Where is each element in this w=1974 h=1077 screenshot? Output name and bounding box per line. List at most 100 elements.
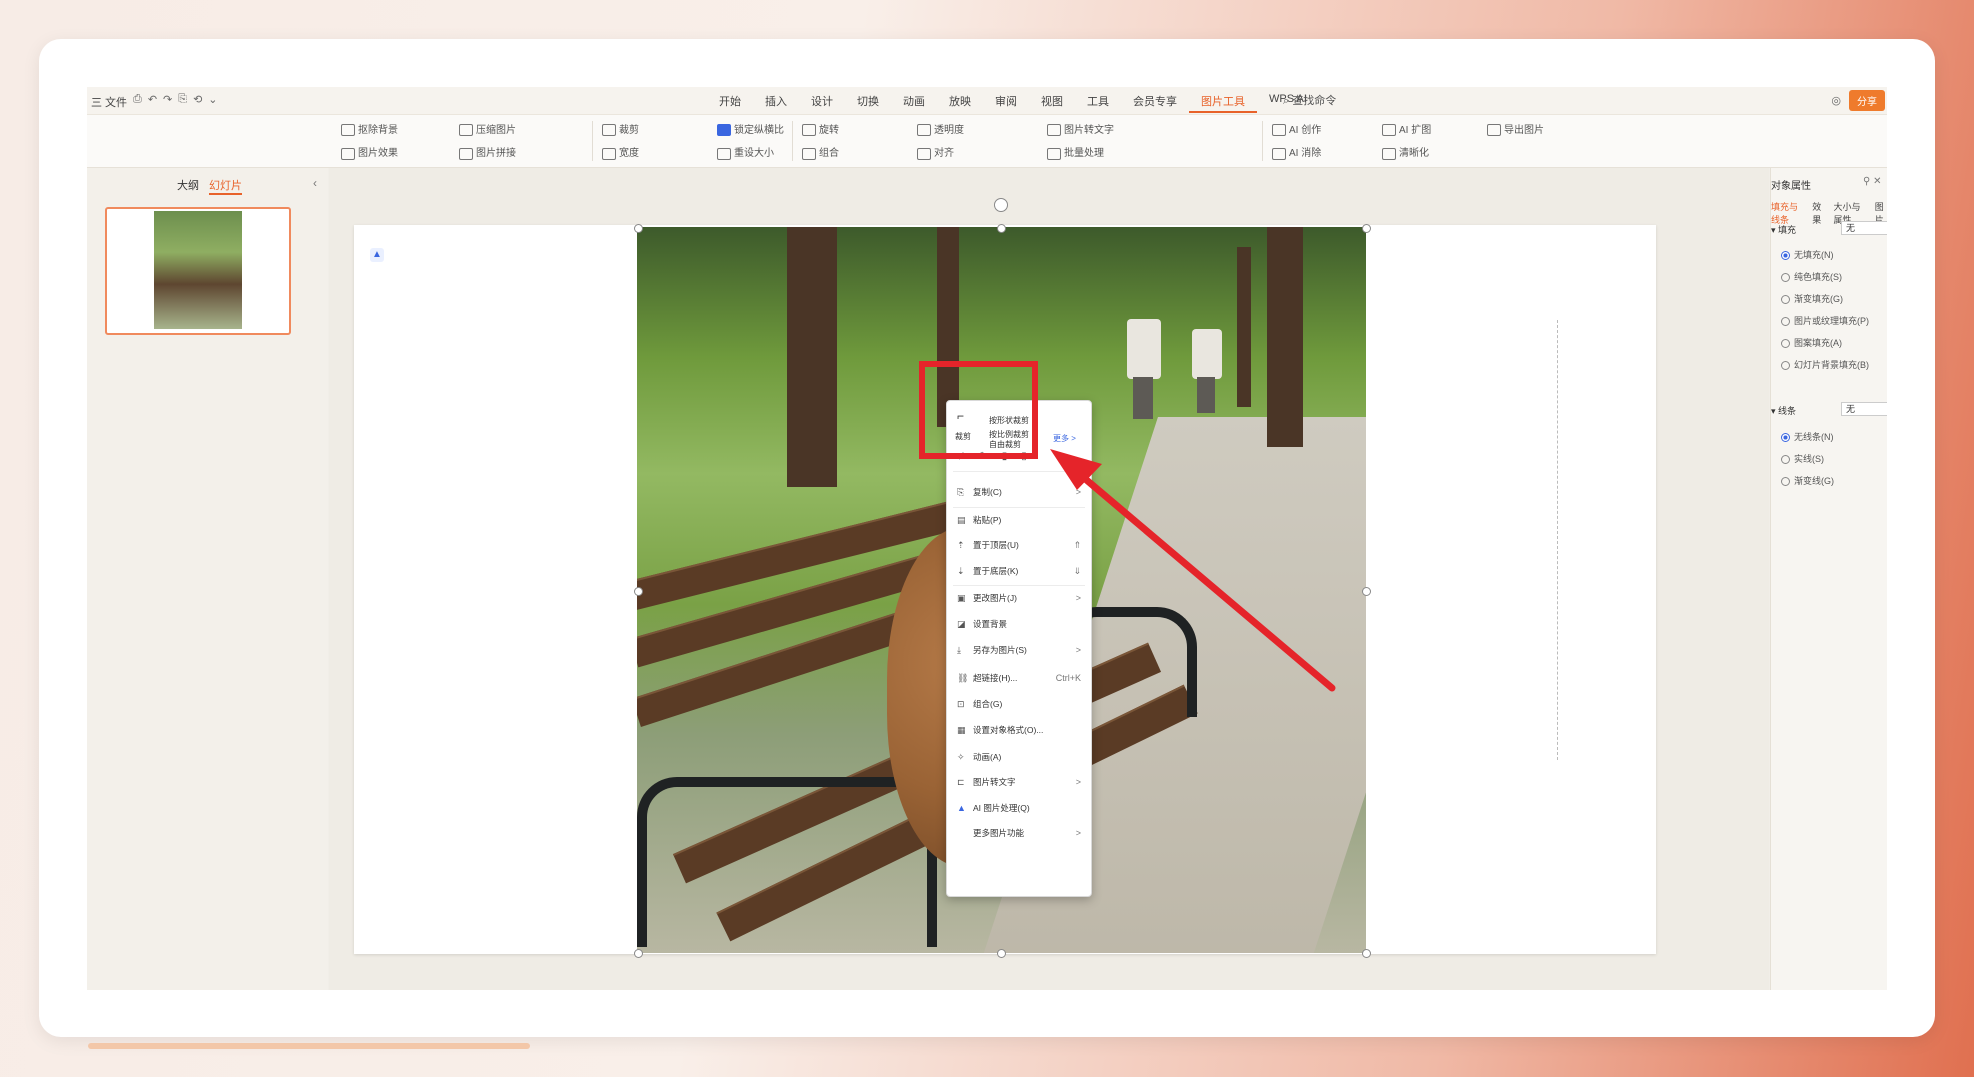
picture-to-text-button[interactable]: 图片转文字: [1047, 121, 1114, 137]
crop-more-link[interactable]: 更多 >: [1053, 433, 1076, 444]
resize-handle[interactable]: [634, 587, 643, 596]
ai-erase-button[interactable]: AI 消除: [1272, 144, 1321, 160]
refresh-icon[interactable]: ⟲: [193, 93, 202, 106]
rotate-button[interactable]: 旋转: [802, 121, 839, 137]
crop-button[interactable]: 裁剪: [602, 121, 639, 137]
file-menu[interactable]: 三 文件: [91, 94, 127, 110]
tab-tools[interactable]: 工具: [1075, 93, 1121, 113]
resize-handle[interactable]: [1362, 949, 1371, 958]
walker-figure: [1127, 319, 1161, 379]
tab-animation[interactable]: 动画: [891, 93, 937, 113]
slide-thumbnail[interactable]: [105, 207, 291, 335]
fill-section-header[interactable]: ▾ 填充: [1771, 223, 1796, 236]
chevron-down-icon[interactable]: ⌄: [208, 93, 217, 106]
tab-slides[interactable]: 幻灯片: [209, 177, 242, 195]
tab-review[interactable]: 审阅: [983, 93, 1029, 113]
share-button[interactable]: 分享: [1849, 90, 1885, 111]
animation-icon: ✧: [957, 751, 965, 762]
menu-copy[interactable]: ⎘ 复制(C) >: [957, 483, 1081, 501]
line-select[interactable]: 无: [1841, 402, 1887, 416]
tab-effects[interactable]: 效果: [1812, 200, 1825, 226]
tab-insert[interactable]: 插入: [753, 93, 799, 113]
ai-assistant-icon[interactable]: ▲: [370, 248, 384, 262]
fill-option-gradient[interactable]: 渐变填充(G): [1781, 292, 1843, 305]
tab-design[interactable]: 设计: [799, 93, 845, 113]
tab-view[interactable]: 视图: [1029, 93, 1075, 113]
sharpen-button[interactable]: 清晰化: [1382, 144, 1431, 160]
menu-bring-to-front[interactable]: ⇡ 置于顶层(U) ⇑: [957, 536, 1081, 554]
ribbon-divider: [1262, 121, 1263, 161]
link-icon: ⛓: [957, 672, 969, 683]
align-button[interactable]: 对齐: [917, 144, 964, 160]
menu-save-as-picture[interactable]: ⤓ 另存为图片(S) >: [957, 641, 1081, 659]
ai-expand-button[interactable]: AI 扩图: [1382, 121, 1431, 137]
menu-send-to-back[interactable]: ⇣ 置于底层(K) ⇓: [957, 562, 1081, 580]
compress-picture-button[interactable]: 压缩图片: [459, 121, 516, 137]
group-button[interactable]: 组合: [802, 144, 839, 160]
tab-transition[interactable]: 切换: [845, 93, 891, 113]
fill-select[interactable]: 无: [1841, 221, 1887, 235]
menu-group[interactable]: ⊡ 组合(G): [957, 695, 1081, 713]
resize-handle[interactable]: [634, 224, 643, 233]
picture-effects-button[interactable]: 图片效果: [341, 144, 398, 160]
menu-picture-to-text[interactable]: ⊏ 图片转文字 >: [957, 773, 1081, 791]
tab-member[interactable]: 会员专享: [1121, 93, 1189, 113]
tab-picture-tools[interactable]: 图片工具: [1189, 93, 1257, 113]
resize-handle[interactable]: [997, 224, 1006, 233]
line-option-solid[interactable]: 实线(S): [1781, 452, 1824, 465]
undo-icon[interactable]: ↶: [148, 93, 157, 106]
export-picture-button[interactable]: 导出图片: [1487, 121, 1544, 137]
picture-splice-button[interactable]: 图片拼接: [459, 144, 516, 160]
ribbon-group-8: AI 创作 AI 消除: [1272, 121, 1321, 160]
resize-handle[interactable]: [1362, 224, 1371, 233]
change-picture-icon: ▣: [957, 592, 966, 603]
object-properties-panel: 对象属性 ⚲ ✕ 填充与线条 效果 大小与属性 图片 ▾ 填充 无 无填充(N)…: [1770, 168, 1887, 990]
lock-aspect-checkbox[interactable]: 锁定纵横比: [717, 121, 784, 137]
transparency-button[interactable]: 透明度: [917, 121, 964, 137]
menu-ai-picture[interactable]: ▲ AI 图片处理(Q): [957, 799, 1081, 817]
account-icon[interactable]: ◎: [1831, 94, 1841, 107]
menu-more-picture[interactable]: 更多图片功能 >: [957, 824, 1081, 842]
ribbon-group-10: 导出图片: [1487, 121, 1544, 137]
width-field[interactable]: 宽度: [602, 144, 639, 160]
menu-hyperlink[interactable]: ⛓ 超链接(H)... Ctrl+K: [957, 669, 1081, 687]
walker-legs: [1133, 377, 1153, 419]
reset-size-button[interactable]: 重设大小: [717, 144, 784, 160]
rotate-handle[interactable]: [994, 198, 1008, 212]
line-option-gradient[interactable]: 渐变线(G): [1781, 474, 1834, 487]
menu-set-background[interactable]: ◪ 设置背景: [957, 615, 1081, 633]
collapse-panel-icon[interactable]: ‹: [313, 176, 317, 190]
copy-icon[interactable]: ⎘: [178, 93, 187, 106]
fill-option-picture[interactable]: 图片或纹理填充(P): [1781, 314, 1869, 327]
tab-outline[interactable]: 大纲: [177, 177, 199, 195]
menu-animation[interactable]: ✧ 动画(A): [957, 748, 1081, 766]
search-label: 查找命令: [1292, 95, 1337, 107]
ribbon-group-6: 透明度 对齐: [917, 121, 964, 160]
ai-create-button[interactable]: AI 创作: [1272, 121, 1321, 137]
resize-handle[interactable]: [634, 949, 643, 958]
fill-option-pattern[interactable]: 图案填充(A): [1781, 336, 1842, 349]
tab-home[interactable]: 开始: [707, 93, 753, 113]
send-back-icon: ⇣: [957, 565, 965, 576]
format-icon: ▦: [957, 724, 966, 735]
fill-option-none[interactable]: 无填充(N): [1781, 248, 1834, 261]
fill-option-solid[interactable]: 纯色填充(S): [1781, 270, 1842, 283]
save-icon[interactable]: ⎙: [133, 93, 142, 106]
line-option-none[interactable]: 无线条(N): [1781, 430, 1834, 443]
resize-handle[interactable]: [997, 949, 1006, 958]
fill-option-background[interactable]: 幻灯片背景填充(B): [1781, 358, 1869, 371]
close-icon[interactable]: ⚲ ✕: [1863, 176, 1881, 187]
tab-slideshow[interactable]: 放映: [937, 93, 983, 113]
menu-format-object[interactable]: ▦ 设置对象格式(O)...: [957, 721, 1081, 739]
command-search[interactable]: ⌕ 查找命令: [1283, 92, 1336, 108]
ribbon-group-7: 图片转文字 批量处理: [1047, 121, 1114, 160]
redo-icon[interactable]: ↷: [163, 93, 172, 106]
remove-background-button[interactable]: 抠除背景: [341, 121, 398, 137]
line-section-header[interactable]: ▾ 线条: [1771, 404, 1796, 417]
walker-figure: [1192, 329, 1222, 379]
batch-process-button[interactable]: 批量处理: [1047, 144, 1114, 160]
group-icon: ⊡: [957, 698, 965, 709]
resize-handle[interactable]: [1362, 587, 1371, 596]
menu-change-picture[interactable]: ▣ 更改图片(J) >: [957, 589, 1081, 607]
menu-paste[interactable]: ▤ 粘贴(P): [957, 511, 1081, 529]
